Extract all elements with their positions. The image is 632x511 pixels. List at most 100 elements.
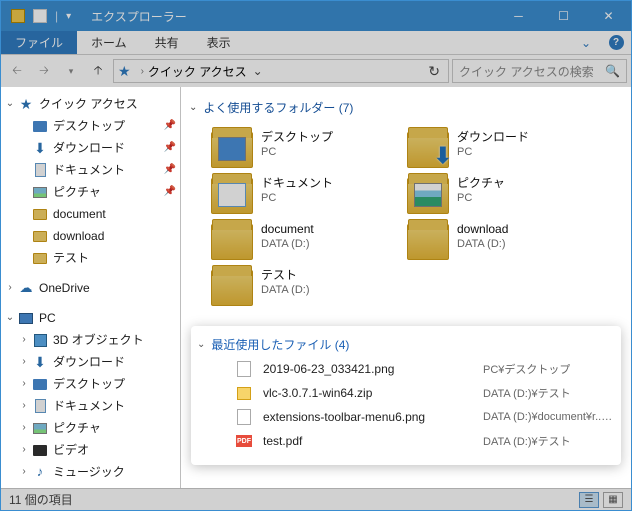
folder-icon [211, 132, 253, 168]
obj3d-icon [34, 334, 47, 347]
folder-item[interactable]: downloadDATA (D:) [403, 218, 599, 264]
app-icon [11, 9, 25, 23]
blue-sq [33, 379, 47, 390]
minimize-button[interactable]: ─ [496, 1, 541, 31]
recent-dropdown-icon[interactable]: ▾ [59, 59, 83, 83]
music-icon: ♪ [37, 463, 44, 481]
tree-label: PC [39, 309, 56, 327]
section-frequent-folders[interactable]: ⌄ よく使用するフォルダー (7) [187, 95, 625, 120]
file-location: PC¥デスクトップ [483, 361, 570, 377]
chevron-right-icon[interactable]: › [17, 375, 31, 393]
tree-item[interactable]: ›ビデオ [1, 439, 180, 461]
tab-view[interactable]: 表示 [193, 31, 245, 54]
chevron-right-icon[interactable]: › [3, 279, 17, 297]
folder-location: PC [457, 145, 529, 159]
folder-item[interactable]: ⬇ダウンロードPC [403, 126, 599, 172]
tree-pc[interactable]: ⌄ PC [1, 307, 180, 329]
chevron-right-icon[interactable]: › [17, 331, 31, 349]
chevron-right-icon[interactable]: › [17, 441, 31, 459]
blue-sq [33, 121, 47, 132]
file-tab[interactable]: ファイル [1, 31, 77, 54]
address-dropdown-icon[interactable]: ⌄ [247, 64, 269, 78]
up-button[interactable]: 🡡 [86, 59, 110, 83]
file-row[interactable]: vlc-3.0.7.1-win64.zipDATA (D:)¥テスト [195, 381, 617, 405]
titlebar: | ▾ エクスプローラー ─ ☐ ✕ [1, 1, 631, 31]
tree-item[interactable]: ›ピクチャ [1, 417, 180, 439]
folder-name: document [261, 222, 314, 237]
address-box[interactable]: ★ › クイック アクセス ⌄ ↻ [113, 59, 449, 83]
file-row[interactable]: extensions-toolbar-menu6.pngDATA (D:)¥do… [195, 405, 617, 429]
search-icon[interactable]: 🔍 [605, 64, 620, 78]
tree-label: ドキュメント [53, 161, 125, 179]
file-row[interactable]: 2019-06-23_033421.pngPC¥デスクトップ [195, 357, 617, 381]
tree-item[interactable]: document [1, 203, 180, 225]
content-pane[interactable]: ⌄ よく使用するフォルダー (7) デスクトップPC⬇ダウンロードPCドキュメン… [181, 87, 631, 488]
pin-icon: 📌 [164, 183, 176, 201]
tree-label: ミュージック [53, 463, 125, 481]
folder-item[interactable]: documentDATA (D:) [207, 218, 403, 264]
qat-button[interactable] [33, 9, 47, 23]
tree-item[interactable]: ›デスクトップ [1, 373, 180, 395]
expand-ribbon-icon[interactable]: ⌄ [571, 31, 601, 54]
tree-item[interactable]: › ♪ ミュージック [1, 461, 180, 483]
tree-item[interactable]: ›⬇ダウンロード [1, 351, 180, 373]
chevron-right-icon[interactable]: › [17, 353, 31, 371]
close-button[interactable]: ✕ [586, 1, 631, 31]
folder-icon [211, 224, 253, 260]
folder-item[interactable]: デスクトップPC [207, 126, 403, 172]
tab-home[interactable]: ホーム [77, 31, 141, 54]
chevron-down-icon[interactable]: ⌄ [3, 95, 17, 113]
tree-onedrive[interactable]: › ☁ OneDrive [1, 277, 180, 299]
folder-item[interactable]: テストDATA (D:) [207, 264, 403, 310]
tree-item[interactable]: ピクチャ 📌 [1, 181, 180, 203]
tree-item[interactable]: デスクトップ📌 [1, 115, 180, 137]
navigation-pane[interactable]: ⌄ ★ クイック アクセス デスクトップ📌⬇ダウンロード📌ドキュメント📌ピクチャ… [1, 87, 181, 488]
maximize-button[interactable]: ☐ [541, 1, 586, 31]
thumbs-view-button[interactable]: ▦ [603, 492, 623, 508]
search-box[interactable]: クイック アクセスの検索 🔍 [452, 59, 627, 83]
tree-item[interactable]: ›ドキュメント [1, 395, 180, 417]
section-title: 最近使用したファイル (4) [211, 336, 349, 353]
section-recent-files[interactable]: ⌄ 最近使用したファイル (4) [195, 332, 617, 357]
section-recent-files-panel: ⌄ 最近使用したファイル (4) 2019-06-23_033421.pngPC… [191, 326, 621, 465]
video-icon [33, 445, 47, 456]
folder-location: DATA (D:) [457, 237, 508, 251]
chevron-down-icon[interactable]: ⌄ [3, 309, 17, 327]
pin-icon: 📌 [164, 161, 176, 179]
doc-icon [35, 399, 46, 413]
file-location: DATA (D:)¥テスト [483, 385, 571, 401]
folder-icon [33, 231, 47, 242]
chevron-down-icon[interactable]: ⌄ [189, 102, 197, 113]
back-button[interactable]: 🡠 [5, 59, 29, 83]
tree-label: テスト [53, 249, 89, 267]
chevron-right-icon[interactable]: › [141, 66, 144, 77]
tree-item[interactable]: ドキュメント 📌 [1, 159, 180, 181]
file-location: DATA (D:)¥テスト [483, 433, 571, 449]
download-icon: ⬇ [34, 355, 46, 369]
chevron-right-icon[interactable]: › [17, 397, 31, 415]
refresh-button[interactable]: ↻ [424, 63, 444, 80]
tab-share[interactable]: 共有 [141, 31, 193, 54]
folder-item[interactable]: ピクチャPC [403, 172, 599, 218]
tree-quick-access[interactable]: ⌄ ★ クイック アクセス [1, 93, 180, 115]
folder-icon [33, 253, 47, 264]
tree-item[interactable]: download [1, 225, 180, 247]
chevron-down-icon[interactable]: ⌄ [197, 339, 205, 350]
folder-item[interactable]: ドキュメントPC [207, 172, 403, 218]
tree-item[interactable]: テスト [1, 247, 180, 269]
chevron-right-icon[interactable]: › [17, 463, 31, 481]
qat-dropdown-icon[interactable]: ▾ [66, 11, 71, 22]
status-text: 11 個の項目 [9, 491, 73, 508]
folder-icon: ⬇ [407, 132, 449, 168]
tree-label: download [53, 227, 104, 245]
tree-item[interactable]: ⬇ダウンロード📌 [1, 137, 180, 159]
explorer-window: | ▾ エクスプローラー ─ ☐ ✕ ファイル ホーム 共有 表示 ⌄ ? 🡠 … [0, 0, 632, 511]
chevron-right-icon[interactable]: › [17, 419, 31, 437]
tree-label: ピクチャ [53, 183, 101, 201]
help-button[interactable]: ? [601, 31, 631, 54]
forward-button[interactable]: 🡢 [32, 59, 56, 83]
details-view-button[interactable]: ☰ [579, 492, 599, 508]
tree-item[interactable]: › 3D オブジェクト [1, 329, 180, 351]
file-row[interactable]: PDFtest.pdfDATA (D:)¥テスト [195, 429, 617, 453]
tree-label: 3D オブジェクト [53, 331, 144, 349]
